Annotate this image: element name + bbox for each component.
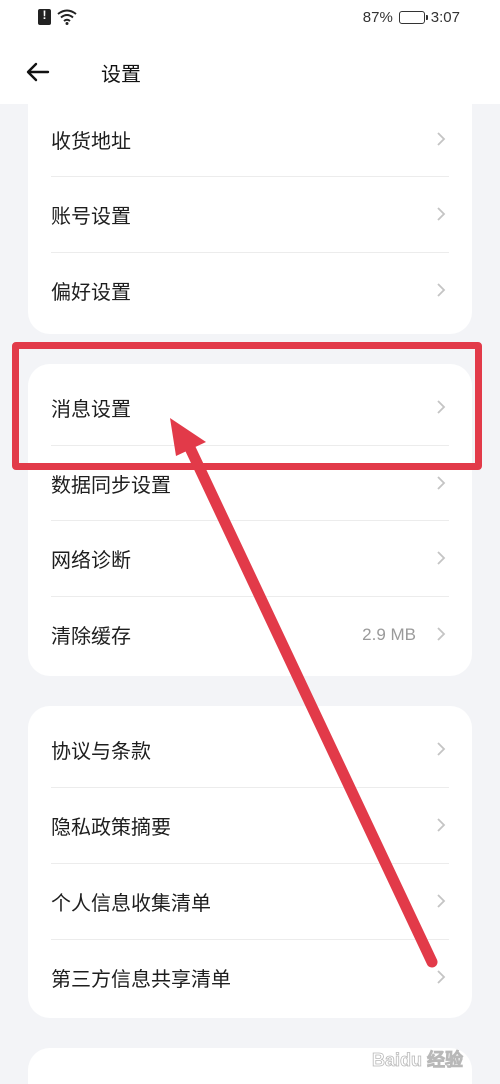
settings-group-account: 收货地址 账号设置 偏好设置	[28, 96, 472, 334]
cache-size-value: 2.9 MB	[362, 624, 416, 644]
arrow-left-icon	[26, 62, 50, 82]
settings-item-personal-info-list[interactable]: 个人信息收集清单	[28, 864, 472, 939]
settings-item-data-sync[interactable]: 数据同步设置	[28, 446, 472, 521]
settings-item-label: 第三方信息共享清单	[51, 967, 231, 991]
status-bar: 87% 3:07	[0, 0, 500, 38]
settings-item-message-settings[interactable]: 消息设置	[28, 370, 472, 445]
settings-item-label: 账号设置	[51, 204, 131, 228]
chevron-right-icon	[437, 132, 446, 146]
settings-item-label: 消息设置	[51, 397, 131, 421]
chevron-right-icon	[437, 283, 446, 297]
status-right: 87% 3:07	[363, 9, 460, 26]
chevron-right-icon	[437, 400, 446, 414]
settings-item-shipping-address[interactable]: 收货地址	[28, 102, 472, 177]
settings-item-account-settings[interactable]: 账号设置	[28, 177, 472, 252]
page-title: 设置	[101, 62, 141, 86]
back-button[interactable]	[22, 56, 54, 88]
status-left	[38, 8, 77, 25]
settings-item-label: 隐私政策摘要	[51, 815, 171, 839]
chevron-right-icon	[437, 742, 446, 756]
settings-item-label: 网络诊断	[51, 548, 131, 572]
settings-group-general: 消息设置 数据同步设置 网络诊断 清除缓存 2.9 MB	[28, 364, 472, 676]
settings-item-label: 协议与条款	[51, 739, 151, 763]
chevron-right-icon	[437, 970, 446, 984]
sim-alert-icon	[38, 8, 51, 25]
settings-item-third-party-sharing[interactable]: 第三方信息共享清单	[28, 940, 472, 1015]
chevron-right-icon	[437, 476, 446, 490]
settings-item-label: 个人信息收集清单	[51, 891, 211, 915]
settings-item-terms[interactable]: 协议与条款	[28, 712, 472, 787]
settings-group-legal: 协议与条款 隐私政策摘要 个人信息收集清单 第三方信息共享清单	[28, 706, 472, 1018]
wifi-icon	[57, 9, 77, 25]
settings-item-privacy-summary[interactable]: 隐私政策摘要	[28, 788, 472, 863]
chevron-right-icon	[437, 894, 446, 908]
settings-item-label: 数据同步设置	[51, 473, 171, 497]
chevron-right-icon	[437, 207, 446, 221]
settings-item-label: 收货地址	[51, 129, 131, 153]
settings-item-clear-cache[interactable]: 清除缓存 2.9 MB	[28, 597, 472, 672]
battery-percent: 87%	[362, 9, 393, 26]
settings-item-label: 清除缓存	[51, 624, 131, 648]
settings-group-more	[28, 1048, 472, 1084]
app-header: 设置	[0, 38, 500, 104]
chevron-right-icon	[437, 627, 446, 641]
settings-item-preferences[interactable]: 偏好设置	[28, 253, 472, 328]
settings-item-network-diagnosis[interactable]: 网络诊断	[28, 521, 472, 596]
chevron-right-icon	[437, 551, 446, 565]
settings-item-label: 偏好设置	[51, 280, 131, 304]
battery-icon	[398, 11, 428, 24]
chevron-right-icon	[437, 818, 446, 832]
clock: 3:07	[430, 9, 460, 26]
